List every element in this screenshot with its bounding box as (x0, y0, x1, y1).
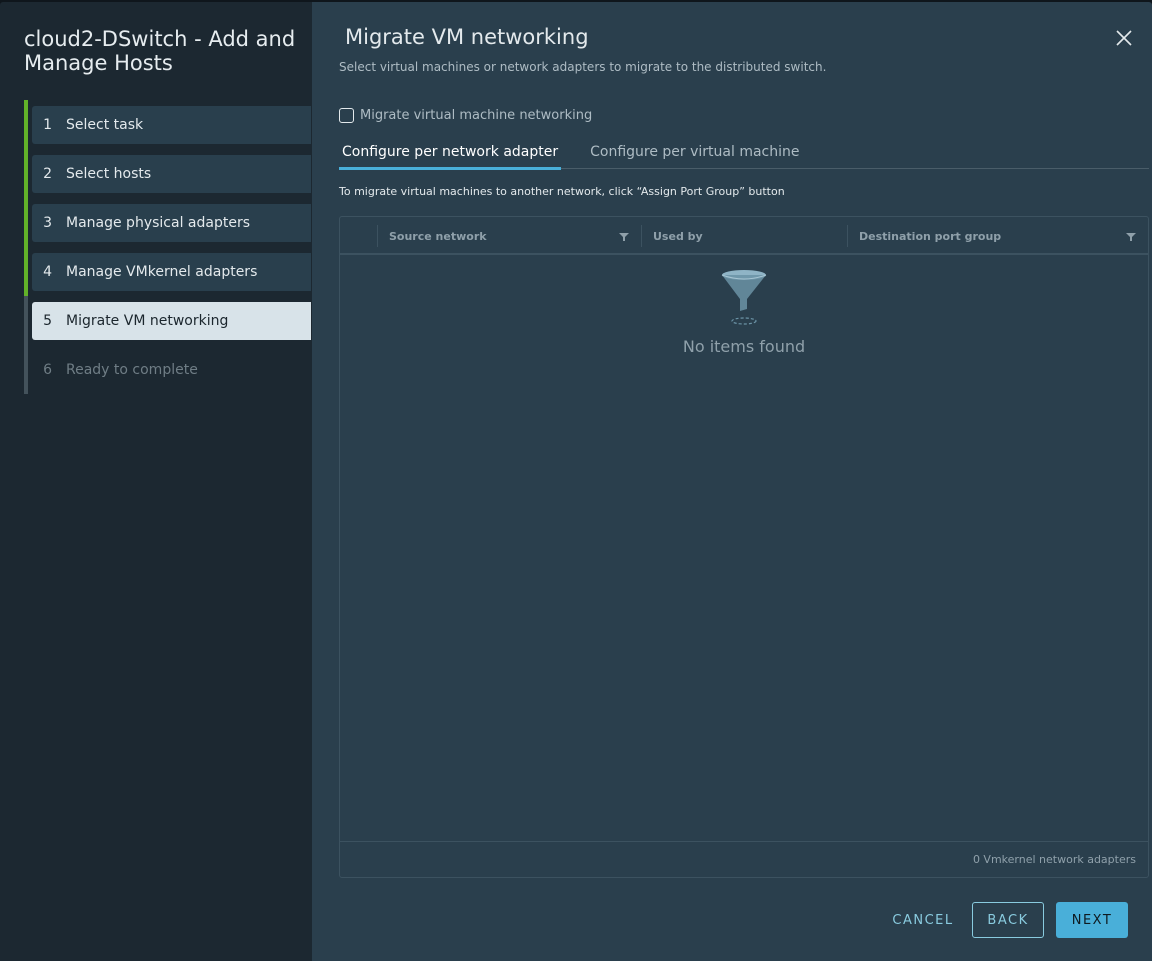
step-select-task[interactable]: 1 Select task (32, 106, 311, 144)
page-subtitle: Select virtual machines or network adapt… (339, 60, 827, 74)
wizard-sidebar: cloud2-DSwitch - Add and Manage Hosts 1 … (0, 2, 312, 961)
pending-progress-rail (24, 296, 28, 394)
step-label: Manage physical adapters (66, 215, 250, 231)
column-separator (641, 225, 642, 247)
back-button[interactable]: BACK (972, 902, 1044, 938)
grid-header: Source network Used by Destination port … (340, 217, 1148, 255)
select-column-header (340, 217, 377, 255)
item-count: 0 Vmkernel network adapters (972, 853, 1136, 866)
step-migrate-vm-networking[interactable]: 5 Migrate VM networking (32, 302, 311, 340)
page-title: Migrate VM networking (345, 25, 589, 49)
step-number: 2 (43, 166, 52, 182)
step-label: Ready to complete (66, 362, 198, 378)
close-button[interactable] (1114, 28, 1134, 48)
column-header-used-by[interactable]: Used by (641, 217, 847, 255)
step-label: Manage VMkernel adapters (66, 264, 258, 280)
column-separator (847, 225, 848, 247)
adapters-grid: Source network Used by Destination port … (339, 216, 1149, 878)
column-label: Source network (389, 229, 487, 243)
step-number: 6 (43, 362, 52, 378)
migrate-vm-networking-checkbox-row[interactable]: Migrate virtual machine networking (339, 108, 592, 123)
column-separator (377, 225, 378, 247)
cancel-button[interactable]: CANCEL (884, 902, 962, 938)
wizard-content: Migrate VM networking Select virtual mac… (312, 2, 1152, 961)
next-button[interactable]: NEXT (1056, 902, 1128, 938)
step-select-hosts[interactable]: 2 Select hosts (32, 155, 311, 193)
step-ready-to-complete: 6 Ready to complete (32, 351, 311, 389)
step-number: 4 (43, 264, 52, 280)
tab-configure-per-virtual-machine[interactable]: Configure per virtual machine (587, 138, 802, 169)
checkbox-label: Migrate virtual machine networking (360, 108, 593, 123)
wizard-title: cloud2-DSwitch - Add and Manage Hosts (24, 27, 296, 75)
step-manage-physical-adapters[interactable]: 3 Manage physical adapters (32, 204, 311, 242)
grid-footer: 0 Vmkernel network adapters (340, 841, 1148, 877)
step-number: 5 (43, 313, 52, 329)
empty-funnel-icon (721, 270, 767, 325)
empty-message: No items found (682, 337, 806, 356)
column-label: Destination port group (859, 229, 1002, 243)
migrate-vm-networking-checkbox[interactable] (339, 108, 354, 123)
step-number: 3 (43, 215, 52, 231)
assign-port-group-hint: To migrate virtual machines to another n… (339, 185, 785, 198)
column-header-source-network[interactable]: Source network (377, 217, 641, 255)
empty-state: No items found (340, 269, 1148, 356)
column-header-destination-port-group[interactable]: Destination port group (847, 217, 1148, 255)
column-label: Used by (653, 229, 703, 243)
step-label: Migrate VM networking (66, 313, 229, 329)
tab-bar: Configure per network adapter Configure … (339, 138, 1149, 170)
step-label: Select task (66, 117, 144, 133)
filter-icon[interactable] (1126, 232, 1136, 242)
tab-configure-per-network-adapter[interactable]: Configure per network adapter (339, 138, 562, 170)
completed-progress-rail (24, 100, 28, 296)
filter-icon[interactable] (619, 232, 629, 242)
step-label: Select hosts (66, 166, 152, 182)
close-icon (1116, 30, 1132, 46)
step-manage-vmkernel-adapters[interactable]: 4 Manage VMkernel adapters (32, 253, 311, 291)
step-number: 1 (43, 117, 52, 133)
